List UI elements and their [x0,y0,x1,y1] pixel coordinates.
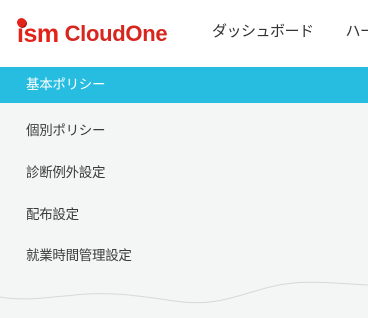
nav-item-dashboard[interactable]: ダッシュボード [212,19,314,43]
sidebar-item-work-hours[interactable]: 就業時間管理設定 [0,238,368,274]
sidebar-item-distribution[interactable]: 配布設定 [0,197,368,233]
sidebar-item-diagnosis-exception[interactable]: 診断例外設定 [0,155,368,191]
torn-edge-divider [0,281,368,304]
sidebar-item-individual-policy[interactable]: 個別ポリシー [0,113,368,149]
top-header: ism CloudOne ダッシュボード ハー [0,0,368,67]
top-nav: ダッシュボード ハー [212,19,368,43]
logo-ism-mark: ism [17,16,59,48]
ism-cloudone-logo[interactable]: ism CloudOne [17,16,168,48]
logo-cloudone-text: CloudOne [64,21,168,46]
sidebar-item-basic-policy[interactable]: 基本ポリシー [0,67,368,103]
logo-ism-text: ism [17,20,59,48]
nav-item-hardware[interactable]: ハー [346,19,368,43]
app-frame: ism CloudOne ダッシュボード ハー 基本ポリシー 個別ポリシー 診断… [0,0,368,318]
